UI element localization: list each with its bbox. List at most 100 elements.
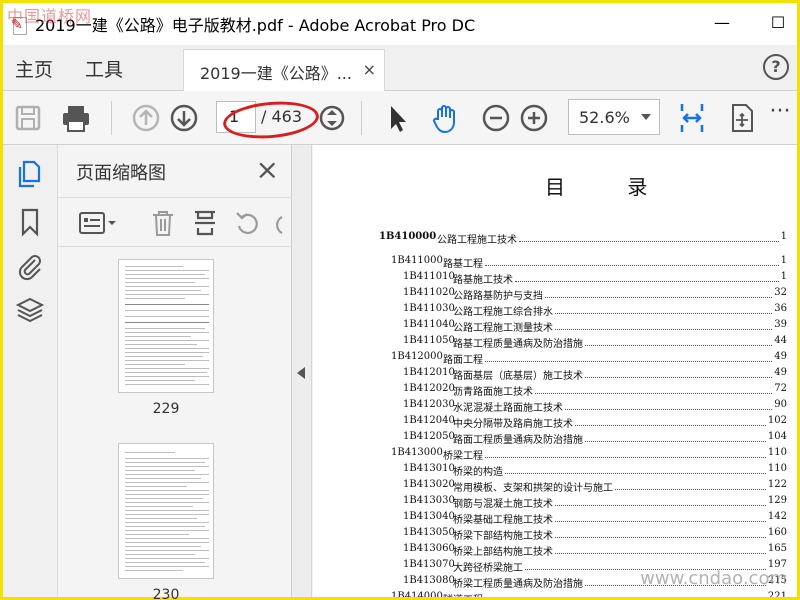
toc-leader-dots xyxy=(565,409,772,410)
fit-width-icon[interactable] xyxy=(675,101,709,135)
page-thumbnails-icon[interactable] xyxy=(15,159,45,189)
toc-entry[interactable]: 1B411010 路基施工技术 1 xyxy=(313,271,791,287)
bookmark-icon[interactable] xyxy=(15,207,45,237)
toc-entry[interactable]: 1B413050 桥梁下部结构施工技术 160 xyxy=(313,527,791,543)
toc-entry[interactable]: 1B413000 桥梁工程 110 xyxy=(313,447,791,463)
toc-entry-code: 1B413070 xyxy=(403,559,455,570)
document-view[interactable]: 目 录 1B410000 公路工程施工技术 1 1B411000 路基工程 1 1B4110… xyxy=(313,145,797,597)
toc-entry-page: 1 xyxy=(780,255,787,266)
thumbnail-options-icon[interactable] xyxy=(78,210,118,236)
menu-bar: 主页 工具 2019一建《公路》... × ? xyxy=(3,45,797,91)
zoom-out-icon[interactable] xyxy=(479,101,513,135)
extract-page-icon[interactable] xyxy=(192,208,218,238)
page-thumbnail-229[interactable] xyxy=(118,259,214,393)
page-thumbnail-230[interactable] xyxy=(118,443,214,579)
next-page-icon[interactable] xyxy=(167,101,201,135)
toc-entry[interactable]: 1B412020 沥青路面施工技术 72 xyxy=(313,383,791,399)
toc-entry[interactable]: 1B411030 公路工程施工综合排水 36 xyxy=(313,303,791,319)
toc-entry[interactable]: 1B412050 路面工程质量通病及防治措施 104 xyxy=(313,431,791,447)
toc-leader-dots xyxy=(555,329,772,330)
help-icon[interactable]: ? xyxy=(763,54,789,80)
toc-entry-page: 110 xyxy=(767,463,787,474)
toc-leader-dots xyxy=(519,241,779,242)
panel-toolbar xyxy=(58,197,292,247)
maximize-button[interactable]: ☐ xyxy=(763,11,793,35)
delete-page-icon[interactable] xyxy=(150,208,176,238)
toc-entry[interactable]: 1B413030 钢筋与混凝土施工技术 129 xyxy=(313,495,791,511)
thumbnails-panel: 页面缩略图 × 229 230 xyxy=(58,145,344,600)
toc-entry[interactable]: 1B413010 桥梁的构造 110 xyxy=(313,463,791,479)
toc-entry-code: 1B413050 xyxy=(403,527,455,538)
toc-entry-page: 142 xyxy=(767,511,787,522)
toc-entry[interactable]: 1B411040 公路工程施工测量技术 39 xyxy=(313,319,791,335)
layers-icon[interactable] xyxy=(15,295,45,325)
panel-close-icon[interactable]: × xyxy=(256,153,279,186)
toc-entry-code: 1B413060 xyxy=(403,543,455,554)
toc-entry[interactable]: 1B412030 水泥混凝土路面施工技术 90 xyxy=(313,399,791,415)
attachment-icon[interactable] xyxy=(15,251,45,281)
toc-entry[interactable]: 1B411020 公路路基防护与支挡 32 xyxy=(313,287,791,303)
toc-entry[interactable]: 1B413040 桥梁基础工程施工技术 142 xyxy=(313,511,791,527)
tab-close-icon[interactable]: × xyxy=(363,60,376,79)
toc-entry-code: 1B413080 xyxy=(403,575,455,586)
thumbnail-label: 229 xyxy=(152,401,180,417)
window-title: 2019一建《公路》电子版教材.pdf - Adobe Acrobat Pro … xyxy=(35,16,476,35)
toc-entry[interactable]: 1B411050 路基工程质量通病及防治措施 44 xyxy=(313,335,791,351)
toc-entry-text: 路面工程 xyxy=(443,355,483,366)
toc-entry-text: 常用模板、支架和拱架的设计与施工 xyxy=(453,483,613,494)
toc-entry-page: 72 xyxy=(774,383,787,394)
toc-entry-text: 路基施工技术 xyxy=(453,275,513,286)
toc-entry-page: 122 xyxy=(767,479,787,490)
toc-leader-dots xyxy=(535,393,772,394)
rotate-right-icon[interactable] xyxy=(272,208,290,238)
toc-leader-dots xyxy=(555,313,772,314)
zoom-in-icon[interactable] xyxy=(517,101,551,135)
zoom-level-select[interactable]: 52.6% xyxy=(568,99,660,135)
toc-entry-code: 1B412030 xyxy=(403,399,455,410)
left-rail xyxy=(3,145,58,597)
toc-entry[interactable]: 1B412000 路面工程 49 xyxy=(313,351,791,367)
title-bar: ✎ 2019一建《公路》电子版教材.pdf - Adobe Acrobat Pr… xyxy=(3,3,797,45)
previous-page-icon[interactable] xyxy=(129,101,163,135)
toc-entry-page: 49 xyxy=(774,367,787,378)
toc-entry[interactable]: 1B410000 公路工程施工技术 1 xyxy=(313,231,791,247)
toc-title: 目 录 xyxy=(545,175,676,199)
toc-entry-text: 公路工程施工测量技术 xyxy=(453,323,553,334)
toc-leader-dots xyxy=(555,505,766,506)
toc-entry-code: 1B412020 xyxy=(403,383,455,394)
menu-home[interactable]: 主页 xyxy=(15,55,53,82)
toc-entry-text: 桥梁上部结构施工技术 xyxy=(453,547,553,558)
toc-entry-page: 44 xyxy=(774,335,787,346)
hand-tool-icon[interactable] xyxy=(429,101,463,135)
toc-entry[interactable]: 1B413020 常用模板、支架和拱架的设计与施工 122 xyxy=(313,479,791,495)
print-icon[interactable] xyxy=(59,101,93,135)
panel-splitter[interactable] xyxy=(292,145,312,597)
page-view-icon[interactable] xyxy=(725,101,759,135)
toc-entry[interactable]: 1B412010 路面基层（底基层）施工技术 49 xyxy=(313,367,791,383)
thumbnail-label: 230 xyxy=(152,587,180,600)
toc-leader-dots xyxy=(555,537,766,538)
toc-leader-dots xyxy=(615,489,766,490)
toc-entry[interactable]: 1B412040 中央分隔带及路肩施工技术 102 xyxy=(313,415,791,431)
document-tab[interactable]: 2019一建《公路》... × xyxy=(183,49,385,91)
toc-entry-text: 桥梁基础工程施工技术 xyxy=(453,515,553,526)
toc-entry-code: 1B412050 xyxy=(403,431,455,442)
toc-leader-dots xyxy=(555,553,766,554)
save-icon[interactable] xyxy=(11,101,45,135)
collapse-arrow-icon[interactable] xyxy=(297,367,305,379)
menu-tools[interactable]: 工具 xyxy=(85,55,123,82)
toc-entry-page: 110 xyxy=(767,447,787,458)
toc-entry-code: 1B413020 xyxy=(403,479,455,490)
rotate-left-icon[interactable] xyxy=(234,208,260,238)
select-cursor-icon[interactable] xyxy=(381,101,415,135)
toc-entry-text: 隧道工程 xyxy=(443,591,483,597)
toc-entry-page: 90 xyxy=(774,399,787,410)
toc-entry[interactable]: 1B411000 路基工程 1 xyxy=(313,255,791,271)
more-tools-icon[interactable]: ··· xyxy=(765,99,795,133)
document-tab-label: 2019一建《公路》... xyxy=(200,64,352,83)
minimize-button[interactable]: — xyxy=(707,11,737,35)
toc-entry-text: 桥梁工程质量通病及防治措施 xyxy=(453,579,583,590)
scroll-mode-icon[interactable] xyxy=(315,101,349,135)
toc-entry[interactable]: 1B413060 桥梁上部结构施工技术 165 xyxy=(313,543,791,559)
toc-entry[interactable]: 1B414000隧道工程 221 xyxy=(313,591,791,597)
